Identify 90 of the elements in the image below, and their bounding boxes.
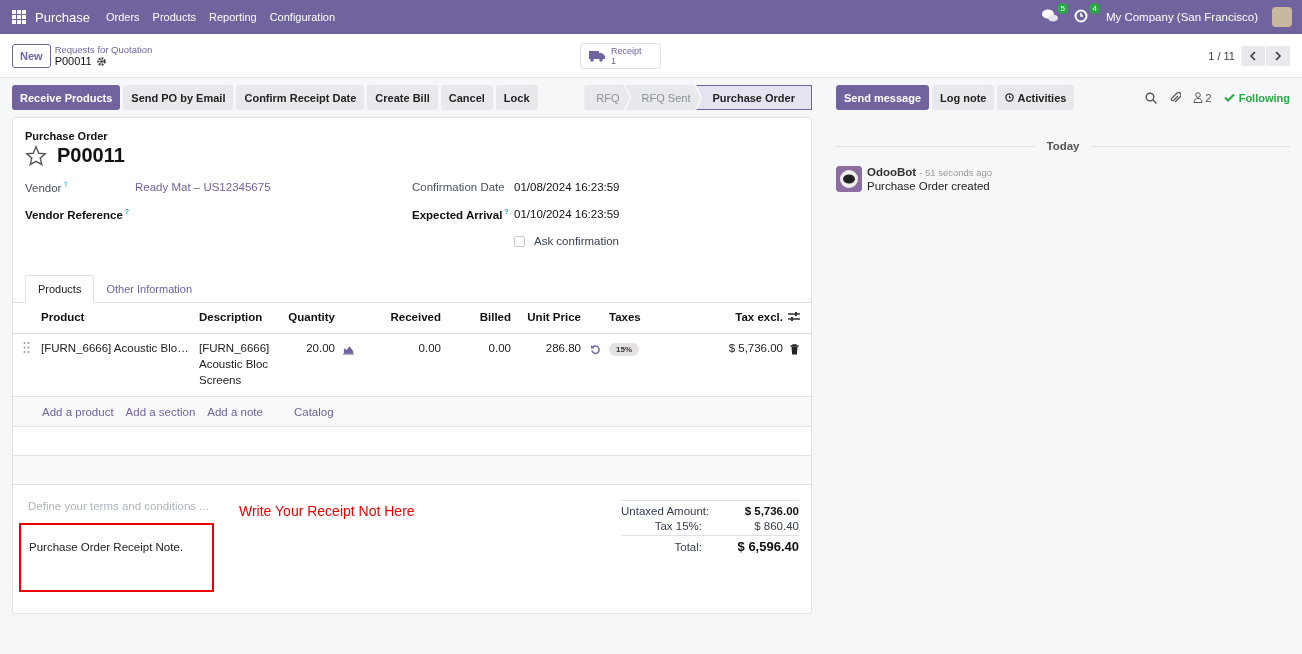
chatter-button[interactable]: Send message	[836, 85, 930, 110]
reset-icon[interactable]	[590, 344, 601, 355]
breadcrumb-link[interactable]: Requests for Quotation	[54, 44, 153, 55]
record-name: P00011	[54, 55, 92, 67]
menu-item[interactable]: Reporting	[208, 11, 257, 23]
column-header[interactable]: Product	[41, 303, 199, 333]
settings-icon[interactable]	[96, 56, 106, 66]
table-cell-text: 20.00	[305, 341, 335, 356]
table-cell-text: 0.00	[487, 341, 511, 356]
menu-item[interactable]: Products	[152, 11, 196, 23]
total-label: Total:	[673, 540, 703, 553]
table-cell-text: 0.00	[417, 341, 441, 356]
chatter-button[interactable]: Activities	[997, 85, 1075, 110]
add-link[interactable]: Catalog	[293, 405, 334, 418]
total-value: $ 6,596.40	[736, 539, 799, 554]
action-button[interactable]: Send PO by Email	[123, 85, 234, 110]
table-cell-text: 286.80	[544, 341, 581, 356]
new-button[interactable]: New	[12, 43, 51, 68]
app-name[interactable]: Purchase	[35, 9, 90, 25]
table-cell-text: [FURN_6666] Acoustic Blo…	[41, 341, 190, 356]
chatter-button[interactable]: Log note	[932, 85, 995, 110]
paperclip-icon[interactable]	[1169, 91, 1182, 104]
previous-button[interactable]	[1241, 45, 1265, 66]
tab[interactable]: Other Information	[94, 275, 204, 303]
checkbox[interactable]	[514, 235, 525, 247]
action-button[interactable]: Create Bill	[367, 85, 438, 110]
field-label: Expected Arrival $^{?}$	[412, 208, 510, 221]
add-link[interactable]: Add a note	[207, 405, 263, 418]
pager-value[interactable]: 1 / 11	[1208, 49, 1235, 62]
person-icon	[1193, 92, 1204, 103]
annotation-text: Write Your Receipt Not Here	[239, 503, 415, 521]
message-count-badge: 5	[1057, 3, 1068, 14]
check-icon	[1223, 93, 1235, 102]
field-value[interactable]: 01/10/2024 16:23:59	[514, 208, 620, 220]
message-author[interactable]: OdooBot	[867, 166, 917, 178]
note-field[interactable]: Purchase Order Receipt Note.	[19, 523, 214, 592]
message-body: Purchase Order created	[867, 180, 991, 192]
tab[interactable]: Products	[25, 275, 95, 303]
table-cell-text: [FURN_6666] Acoustic Bloc Screens	[199, 341, 271, 388]
field-label: Vendor $^{?}$	[25, 181, 69, 194]
table-cell-text: $ 5,736.00	[727, 341, 783, 356]
receipt-smart-button[interactable]: Receipt 1	[580, 42, 661, 69]
column-header[interactable]: Taxes	[609, 303, 679, 333]
add-link[interactable]: Add a product	[42, 405, 114, 418]
followers-button[interactable]: 2	[1193, 91, 1212, 104]
sliders-icon[interactable]	[788, 311, 800, 322]
next-button[interactable]	[1266, 45, 1290, 66]
chevron-right-icon	[1274, 50, 1282, 61]
menu-item[interactable]: Orders	[105, 11, 140, 23]
column-header[interactable]: Billed	[441, 303, 511, 333]
area-chart-icon[interactable]	[343, 344, 354, 355]
column-header[interactable]: Unit Price	[511, 303, 581, 333]
company-name[interactable]: My Company (San Francisco)	[1105, 11, 1258, 23]
drag-handle-icon[interactable]	[23, 342, 30, 353]
field-label: Vendor Reference $^{?}$	[25, 208, 131, 221]
chat-bubbles-icon[interactable]	[1041, 9, 1058, 23]
order-number: P00011	[57, 144, 125, 167]
star-icon[interactable]	[25, 144, 47, 167]
trash-icon[interactable]	[789, 344, 800, 355]
search-icon[interactable]	[1145, 91, 1158, 104]
add-link[interactable]: Add a section	[125, 405, 196, 418]
action-button[interactable]: Cancel	[440, 85, 493, 110]
status-stage[interactable]: Purchase Order	[696, 85, 812, 110]
date-separator: Today	[1046, 140, 1080, 152]
truck-icon	[589, 49, 606, 62]
field-value[interactable]: 01/08/2024 16:23:59	[514, 181, 620, 193]
action-button[interactable]: Lock	[495, 85, 538, 110]
menu-item[interactable]: Configuration	[269, 11, 336, 23]
clock-icon	[1005, 92, 1015, 102]
total-value: $ 860.40	[753, 520, 799, 532]
checkbox-label: Ask confirmation	[534, 235, 619, 247]
form-title-label: Purchase Order	[25, 130, 109, 142]
field-value[interactable]: Ready Mat – US12345675	[135, 181, 271, 193]
message-time: - 51 seconds ago	[919, 167, 993, 178]
total-label: Tax 15%:	[653, 520, 703, 532]
robot-avatar	[836, 166, 862, 192]
action-button[interactable]: Receive Products	[12, 85, 121, 110]
total-label: Untaxed Amount:	[621, 505, 711, 517]
field-label: Confirmation Date	[412, 181, 506, 193]
tax-tag[interactable]: 15%	[609, 343, 639, 356]
activity-count-badge: 4	[1089, 3, 1100, 14]
column-header[interactable]: Description	[199, 303, 283, 333]
apps-grid-icon[interactable]	[12, 10, 26, 24]
clock-icon[interactable]	[1073, 9, 1088, 23]
column-header[interactable]: Received	[365, 303, 441, 333]
chevron-left-icon	[1249, 50, 1257, 61]
action-button[interactable]: Confirm Receipt Date	[236, 85, 365, 110]
total-value: $ 5,736.00	[743, 505, 799, 517]
column-header[interactable]: Quantity	[283, 303, 335, 333]
column-header[interactable]: Tax excl.	[679, 303, 783, 333]
